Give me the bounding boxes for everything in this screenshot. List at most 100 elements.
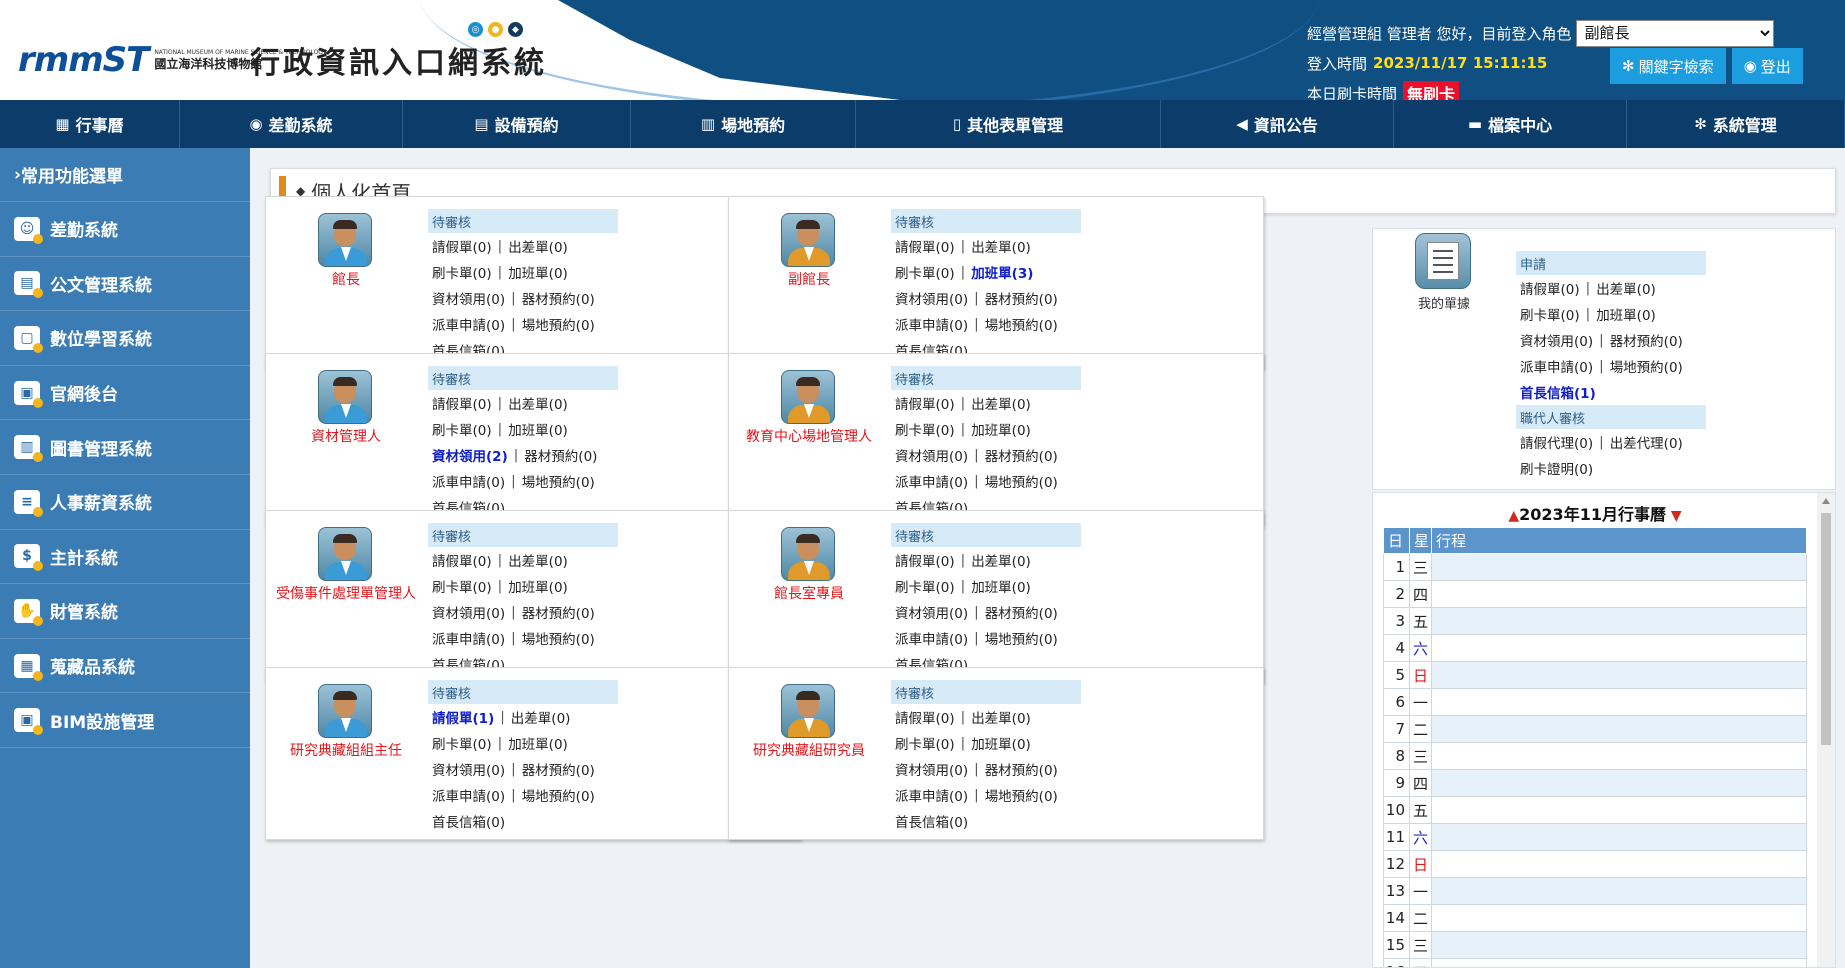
form-link[interactable]: 加班單(3) — [971, 262, 1033, 282]
role-name[interactable]: 館長室專員 — [729, 583, 889, 603]
role-name[interactable]: 研究典藏組研究員 — [729, 740, 889, 760]
calendar-event-cell[interactable] — [1431, 742, 1807, 770]
form-link[interactable]: 器材預約(0) — [985, 602, 1058, 622]
form-link[interactable]: 出差單(0) — [508, 393, 568, 413]
logout-button[interactable]: ◉ 登出 — [1731, 48, 1803, 84]
calendar-event-cell[interactable] — [1431, 634, 1807, 662]
sidebar-item-4[interactable]: ▣ 官網後台 — [0, 366, 250, 421]
sidebar-item-9[interactable]: ▦ 蒐藏品系統 — [0, 639, 250, 694]
form-link[interactable]: 刷卡單(0) — [895, 419, 955, 439]
sidebar-head[interactable]: › 常用功能選單 — [0, 148, 250, 202]
form-link[interactable]: 場地預約(0) — [522, 628, 595, 648]
calendar-event-cell[interactable] — [1431, 607, 1807, 635]
form-link[interactable]: 請假單(0) — [895, 707, 955, 727]
form-link[interactable]: 器材預約(0) — [522, 602, 595, 622]
form-link[interactable]: 資材領用(0) — [895, 759, 968, 779]
sidebar-item-10[interactable]: ▣ BIM設施管理 — [0, 693, 250, 748]
scroll-up-icon[interactable] — [1822, 498, 1830, 504]
sidebar-item-7[interactable]: $ 主計系統 — [0, 530, 250, 585]
next-month-icon[interactable]: ▼ — [1666, 508, 1682, 524]
nav-item-4[interactable]: ▥ 場地預約 — [631, 100, 856, 148]
sidebar-item-3[interactable]: ▢ 數位學習系統 — [0, 311, 250, 366]
form-link[interactable]: 請假單(1) — [432, 707, 494, 727]
form-link[interactable]: 資材領用(0) — [432, 288, 505, 308]
form-link[interactable]: 刷卡單(0) — [432, 576, 492, 596]
calendar-event-cell[interactable] — [1431, 661, 1807, 689]
nav-item-6[interactable]: ◀ 資訊公告 — [1161, 100, 1394, 148]
sidebar-item-1[interactable]: ☺ 差勤系統 — [0, 202, 250, 257]
form-link[interactable]: 首長信箱(0) — [432, 811, 505, 831]
form-link[interactable]: 資材領用(0) — [1520, 330, 1593, 350]
form-link[interactable]: 請假單(0) — [432, 236, 492, 256]
form-link[interactable]: 首長信箱(0) — [895, 811, 968, 831]
form-link[interactable]: 加班單(0) — [508, 419, 568, 439]
nav-item-3[interactable]: ▤ 設備預約 — [403, 100, 631, 148]
form-link[interactable]: 資材領用(0) — [432, 759, 505, 779]
form-link[interactable]: 派車申請(0) — [895, 314, 968, 334]
calendar-scrollbar[interactable] — [1817, 493, 1835, 967]
form-link[interactable]: 資材領用(0) — [895, 445, 968, 465]
calendar-event-cell[interactable] — [1431, 688, 1807, 716]
form-link[interactable]: 刷卡單(0) — [432, 733, 492, 753]
form-link[interactable]: 器材預約(0) — [522, 759, 595, 779]
calendar-event-cell[interactable] — [1431, 850, 1807, 878]
form-link[interactable]: 首長信箱(1) — [1520, 382, 1596, 402]
form-link[interactable]: 派車申請(0) — [432, 628, 505, 648]
form-link[interactable]: 場地預約(0) — [522, 785, 595, 805]
my-forms-icon[interactable] — [1415, 233, 1471, 289]
calendar-event-cell[interactable] — [1431, 823, 1807, 851]
nav-item-5[interactable]: ▯ 其他表單管理 — [856, 100, 1161, 148]
form-link[interactable]: 器材預約(0) — [524, 445, 597, 465]
form-link[interactable]: 資材領用(0) — [895, 288, 968, 308]
form-link[interactable]: 請假代理(0) — [1520, 432, 1593, 452]
form-link[interactable]: 派車申請(0) — [895, 785, 968, 805]
scroll-thumb[interactable] — [1821, 513, 1831, 745]
form-link[interactable]: 加班單(0) — [508, 576, 568, 596]
form-link[interactable]: 出差單(0) — [971, 707, 1031, 727]
calendar-event-cell[interactable] — [1431, 715, 1807, 743]
form-link[interactable]: 刷卡單(0) — [432, 262, 492, 282]
sidebar-item-6[interactable]: ≡ 人事薪資系統 — [0, 475, 250, 530]
form-link[interactable]: 派車申請(0) — [432, 471, 505, 491]
form-link[interactable]: 場地預約(0) — [522, 471, 595, 491]
form-link[interactable]: 請假單(0) — [432, 550, 492, 570]
form-link[interactable]: 資材領用(2) — [432, 445, 508, 465]
form-link[interactable]: 請假單(0) — [895, 236, 955, 256]
nav-item-7[interactable]: ▬ 檔案中心 — [1394, 100, 1627, 148]
form-link[interactable]: 場地預約(0) — [522, 314, 595, 334]
form-link[interactable]: 請假單(0) — [895, 550, 955, 570]
form-link[interactable]: 出差代理(0) — [1610, 432, 1683, 452]
form-link[interactable]: 資材領用(0) — [895, 602, 968, 622]
form-link[interactable]: 場地預約(0) — [985, 314, 1058, 334]
form-link[interactable]: 出差單(0) — [508, 550, 568, 570]
role-name[interactable]: 教育中心場地管理人 — [729, 426, 889, 446]
form-link[interactable]: 出差單(0) — [511, 707, 571, 727]
calendar-event-cell[interactable] — [1431, 877, 1807, 905]
form-link[interactable]: 刷卡證明(0) — [1520, 458, 1593, 478]
form-link[interactable]: 器材預約(0) — [522, 288, 595, 308]
form-link[interactable]: 派車申請(0) — [1520, 356, 1593, 376]
form-link[interactable]: 派車申請(0) — [895, 471, 968, 491]
role-name[interactable]: 受傷事件處理單管理人 — [266, 583, 426, 603]
form-link[interactable]: 場地預約(0) — [985, 785, 1058, 805]
role-name[interactable]: 副館長 — [729, 269, 889, 289]
sidebar-item-5[interactable]: ▥ 圖書管理系統 — [0, 420, 250, 475]
form-link[interactable]: 派車申請(0) — [432, 314, 505, 334]
nav-item-8[interactable]: ✻ 系統管理 — [1627, 100, 1845, 148]
form-link[interactable]: 刷卡單(0) — [895, 576, 955, 596]
role-name[interactable]: 資材管理人 — [266, 426, 426, 446]
form-link[interactable]: 出差單(0) — [1596, 278, 1656, 298]
form-link[interactable]: 刷卡單(0) — [432, 419, 492, 439]
form-link[interactable]: 場地預約(0) — [985, 628, 1058, 648]
form-link[interactable]: 請假單(0) — [895, 393, 955, 413]
form-link[interactable]: 出差單(0) — [508, 236, 568, 256]
form-link[interactable]: 出差單(0) — [971, 236, 1031, 256]
form-link[interactable]: 派車申請(0) — [895, 628, 968, 648]
form-link[interactable]: 刷卡單(0) — [895, 262, 955, 282]
sidebar-item-8[interactable]: ✋ 財管系統 — [0, 584, 250, 639]
role-select[interactable]: 副館長 — [1575, 19, 1774, 47]
form-link[interactable]: 請假單(0) — [432, 393, 492, 413]
form-link[interactable]: 派車申請(0) — [432, 785, 505, 805]
form-link[interactable]: 出差單(0) — [971, 393, 1031, 413]
form-link[interactable]: 場地預約(0) — [985, 471, 1058, 491]
